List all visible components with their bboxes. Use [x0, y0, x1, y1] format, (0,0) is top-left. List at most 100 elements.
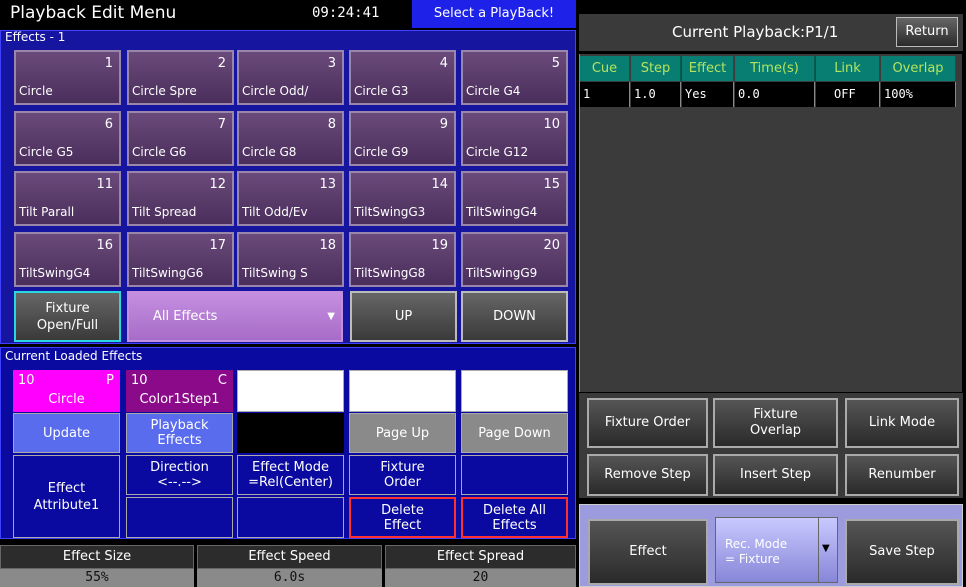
update-button[interactable]: Update: [13, 413, 120, 453]
effect-button-10[interactable]: 10 Circle G12: [461, 111, 568, 166]
effect-button-15[interactable]: 15 TiltSwingG4: [461, 171, 568, 226]
column-header-link: Link: [816, 56, 880, 81]
effect-button-12[interactable]: 12 Tilt Spread: [127, 171, 234, 226]
effect-name: Tilt Odd/Ev: [242, 205, 308, 219]
delete-all-line2: Effects: [492, 517, 537, 533]
fixture-open-full-button[interactable]: Fixture Open/Full: [14, 291, 121, 342]
effect-button-18[interactable]: 18 TiltSwing S: [237, 232, 344, 287]
loaded-effect-slot-5[interactable]: [461, 370, 568, 412]
effect-button-7[interactable]: 7 Circle G6: [127, 111, 234, 166]
effect-attr-line2: Attribute1: [33, 497, 100, 513]
effect-button-5[interactable]: 5 Circle G4: [461, 50, 568, 105]
effect-number: 18: [319, 238, 336, 253]
effect-number: 20: [543, 238, 560, 253]
effect-number: 3: [327, 56, 336, 71]
effect-button-6[interactable]: 6 Circle G5: [14, 111, 121, 166]
effect-button-4[interactable]: 4 Circle G3: [349, 50, 456, 105]
effect-size-label: Effect Size: [0, 545, 194, 569]
effect-speed-value[interactable]: 6.0s: [197, 569, 382, 587]
effect-mode-value: =Rel(Center): [248, 475, 333, 490]
loaded-effect-slot-1[interactable]: 10 P Circle: [13, 370, 120, 412]
effect-button-19[interactable]: 19 TiltSwingG8: [349, 232, 456, 287]
delete-all-line1: Delete All: [483, 502, 546, 518]
effect-attr-line1: Effect: [47, 480, 86, 496]
effect-button-9[interactable]: 9 Circle G9: [349, 111, 456, 166]
slot-1-name: Circle: [48, 392, 85, 407]
table-cell-cue[interactable]: 1: [580, 82, 630, 107]
select-playback-prompt[interactable]: Select a PlayBack!: [412, 0, 576, 28]
effect-mode-label: Effect Mode: [252, 460, 329, 475]
all-effects-dropdown[interactable]: All Effects ▼: [127, 291, 343, 342]
playback-effects-button[interactable]: Playback Effects: [126, 413, 233, 453]
effect-number: 7: [217, 117, 226, 132]
fixture-overlap-line1: Fixture: [753, 407, 798, 422]
effect-number: 17: [209, 238, 226, 253]
effect-button-20[interactable]: 20 TiltSwingG9: [461, 232, 568, 287]
loaded-effects-label: Current Loaded Effects: [5, 349, 143, 363]
fixture-order-button[interactable]: Fixture Order: [349, 455, 456, 495]
down-button[interactable]: DOWN: [461, 291, 568, 342]
effect-name: TiltSwingG9: [466, 266, 538, 280]
effect-name: TiltSwingG4: [466, 205, 538, 219]
effect-name: Circle G4: [466, 84, 521, 98]
effect-button[interactable]: Effect: [588, 519, 708, 585]
effect-button-1[interactable]: 1 Circle: [14, 50, 121, 105]
return-button[interactable]: Return: [896, 17, 958, 47]
table-cell-effect[interactable]: Yes: [682, 82, 734, 107]
fixture-order-step-button[interactable]: Fixture Order: [587, 398, 708, 448]
delete-effect-line1: Delete: [381, 502, 424, 518]
table-cell-step[interactable]: 1.0: [631, 82, 681, 107]
effect-number: 11: [96, 177, 113, 192]
table-cell-time[interactable]: 0.0: [735, 82, 815, 107]
slot-1-type: P: [106, 373, 114, 388]
page-down-button[interactable]: Page Down: [461, 413, 568, 453]
loaded-effect-slot-4[interactable]: [349, 370, 456, 412]
effect-speed-label: Effect Speed: [197, 545, 382, 569]
effect-spread-value[interactable]: 20: [385, 569, 576, 587]
effect-button-8[interactable]: 8 Circle G8: [237, 111, 344, 166]
fixture-overlap-button[interactable]: Fixture Overlap: [713, 398, 838, 448]
direction-button[interactable]: Direction <--.-->: [126, 455, 233, 495]
link-mode-button[interactable]: Link Mode: [845, 398, 959, 448]
all-effects-label: All Effects: [153, 309, 218, 324]
effect-button-3[interactable]: 3 Circle Odd/: [237, 50, 344, 105]
effect-button-16[interactable]: 16 TiltSwingG4: [14, 232, 121, 287]
effect-number: 2: [217, 56, 226, 71]
rec-mode-label: Rec. Mode: [725, 537, 788, 551]
delete-all-effects-button[interactable]: Delete All Effects: [461, 497, 568, 538]
effect-number: 6: [104, 117, 113, 132]
effect-attribute-button[interactable]: Effect Attribute1: [13, 455, 120, 538]
remove-step-button[interactable]: Remove Step: [587, 454, 708, 496]
effect-number: 1: [104, 56, 113, 71]
clock: 09:24:41: [312, 5, 380, 21]
delete-effect-line2: Effect: [383, 517, 422, 533]
page-title: Playback Edit Menu: [10, 3, 177, 23]
chevron-down-icon: ▼: [327, 311, 335, 322]
effect-name: Circle G6: [132, 145, 187, 159]
effect-name: Circle Spre: [132, 84, 197, 98]
effect-name: Circle Odd/: [242, 84, 309, 98]
effect-mode-button[interactable]: Effect Mode =Rel(Center): [237, 455, 344, 495]
effect-button-17[interactable]: 17 TiltSwingG6: [127, 232, 234, 287]
effect-number: 10: [543, 117, 560, 132]
renumber-button[interactable]: Renumber: [845, 454, 959, 496]
insert-step-button[interactable]: Insert Step: [713, 454, 838, 496]
effect-number: 5: [551, 56, 560, 71]
table-cell-overlap[interactable]: 100%: [881, 82, 956, 107]
table-cell-link[interactable]: OFF: [816, 82, 880, 107]
fixture-order-line1: Fixture: [380, 460, 425, 475]
effect-button-14[interactable]: 14 TiltSwingG3: [349, 171, 456, 226]
delete-effect-button[interactable]: Delete Effect: [349, 497, 456, 538]
effect-name: Circle G9: [354, 145, 409, 159]
loaded-effect-slot-3[interactable]: [237, 370, 344, 412]
effect-button-11[interactable]: 11 Tilt Parall: [14, 171, 121, 226]
page-up-button[interactable]: Page Up: [349, 413, 456, 453]
effect-button-13[interactable]: 13 Tilt Odd/Ev: [237, 171, 344, 226]
effect-button-2[interactable]: 2 Circle Spre: [127, 50, 234, 105]
rec-mode-dropdown[interactable]: Rec. Mode = Fixture ▼: [715, 517, 838, 583]
effects-page-label: Effects - 1: [5, 30, 66, 44]
up-button[interactable]: UP: [350, 291, 457, 342]
effect-size-value[interactable]: 55%: [0, 569, 194, 587]
loaded-effect-slot-2[interactable]: 10 C Color1Step1: [126, 370, 233, 412]
save-step-button[interactable]: Save Step: [845, 519, 959, 585]
